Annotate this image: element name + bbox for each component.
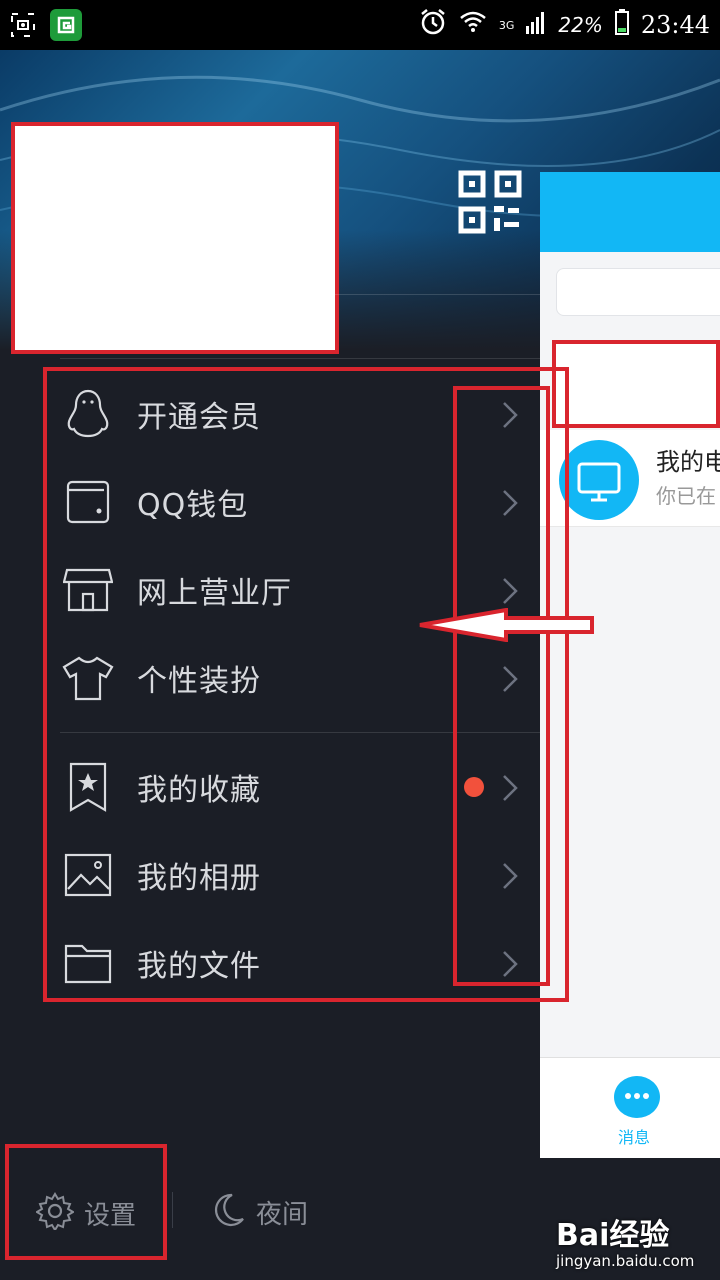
qr-code-icon[interactable] bbox=[458, 170, 522, 238]
chevron-right-icon bbox=[500, 773, 520, 807]
menu-item-vip[interactable]: 开通会员 bbox=[0, 370, 540, 458]
main-content-peek[interactable]: 我的电 你已在 消息 bbox=[540, 172, 720, 1158]
peek-tab-bar: 消息 bbox=[540, 1057, 720, 1158]
status-bar: 3G 22% 23:44 bbox=[0, 0, 720, 50]
menu-item-album[interactable]: 我的相册 bbox=[0, 831, 540, 919]
signal-icon bbox=[526, 10, 546, 40]
message-tab-label[interactable]: 消息 bbox=[618, 1124, 650, 1148]
menu-label-favorites: 我的收藏 bbox=[137, 773, 261, 808]
watermark-brand: Bai经验 bbox=[556, 1218, 670, 1253]
night-mode-label: 夜间 bbox=[256, 1199, 309, 1230]
settings-label: 设置 bbox=[84, 1200, 137, 1231]
app-notification-icon bbox=[50, 9, 82, 45]
peek-redacted-item bbox=[552, 340, 720, 428]
night-mode-button[interactable]: 夜间 bbox=[210, 1192, 308, 1232]
menu-item-wallet[interactable]: QQ钱包 bbox=[0, 458, 540, 546]
message-tab-icon[interactable] bbox=[614, 1076, 660, 1118]
battery-icon bbox=[614, 9, 629, 41]
peek-search-bar[interactable] bbox=[556, 268, 720, 316]
peek-contact-preview: 你已在 bbox=[656, 484, 716, 508]
wifi-icon bbox=[459, 10, 487, 40]
wallet-icon bbox=[62, 476, 114, 528]
annotation-arrow bbox=[416, 607, 596, 646]
peek-conversation-row[interactable]: 我的电 你已在 bbox=[540, 430, 720, 527]
profile-avatar-redacted[interactable] bbox=[11, 122, 339, 354]
baidu-jingyan-watermark: Bai经验 jingyan.baidu.com bbox=[556, 1210, 694, 1270]
drawer-bottom-bar: 设置 夜间 bbox=[0, 1170, 540, 1250]
menu-item-favorites[interactable]: 我的收藏 bbox=[0, 743, 540, 831]
watermark-url: jingyan.baidu.com bbox=[556, 1252, 695, 1270]
peek-contact-name: 我的电 bbox=[656, 448, 720, 476]
chevron-right-icon bbox=[500, 949, 520, 983]
bottom-bar-separator bbox=[172, 1192, 173, 1228]
screenshot-icon bbox=[10, 12, 36, 42]
folder-icon bbox=[62, 937, 114, 989]
bookmark-star-icon bbox=[62, 761, 114, 813]
settings-button[interactable]: 设置 bbox=[35, 1192, 137, 1234]
tshirt-icon bbox=[62, 652, 114, 704]
gear-icon bbox=[35, 1192, 75, 1234]
alarm-icon bbox=[419, 8, 447, 42]
menu-label-files: 我的文件 bbox=[137, 949, 261, 984]
menu-label-theme: 个性装扮 bbox=[137, 664, 261, 699]
computer-avatar bbox=[559, 440, 639, 520]
network-type: 3G bbox=[498, 18, 515, 32]
drawer-menu: 开通会员 QQ钱包 网上营业厅 个性装扮 我的收藏 我的相册 我的文件 bbox=[0, 370, 540, 1007]
chevron-right-icon bbox=[500, 664, 520, 698]
menu-label-store: 网上营业厅 bbox=[137, 576, 292, 611]
store-icon bbox=[62, 564, 114, 616]
chevron-right-icon bbox=[500, 861, 520, 895]
menu-top-divider bbox=[60, 358, 540, 359]
menu-label-vip: 开通会员 bbox=[137, 400, 261, 435]
battery-percent: 22% bbox=[558, 13, 603, 37]
menu-group-divider bbox=[60, 732, 540, 733]
peek-title-bar bbox=[540, 172, 720, 252]
penguin-icon bbox=[62, 388, 114, 440]
header-divider bbox=[60, 294, 540, 295]
new-badge-dot bbox=[464, 777, 484, 797]
photo-icon bbox=[62, 849, 114, 901]
menu-item-files[interactable]: 我的文件 bbox=[0, 919, 540, 1007]
chevron-right-icon bbox=[500, 488, 520, 522]
chevron-right-icon bbox=[500, 400, 520, 434]
chevron-right-icon bbox=[500, 576, 520, 610]
moon-icon bbox=[210, 1192, 246, 1232]
menu-label-wallet: QQ钱包 bbox=[137, 488, 249, 523]
clock: 23:44 bbox=[640, 11, 710, 39]
menu-item-theme[interactable]: 个性装扮 bbox=[0, 634, 540, 722]
menu-label-album: 我的相册 bbox=[137, 861, 261, 896]
